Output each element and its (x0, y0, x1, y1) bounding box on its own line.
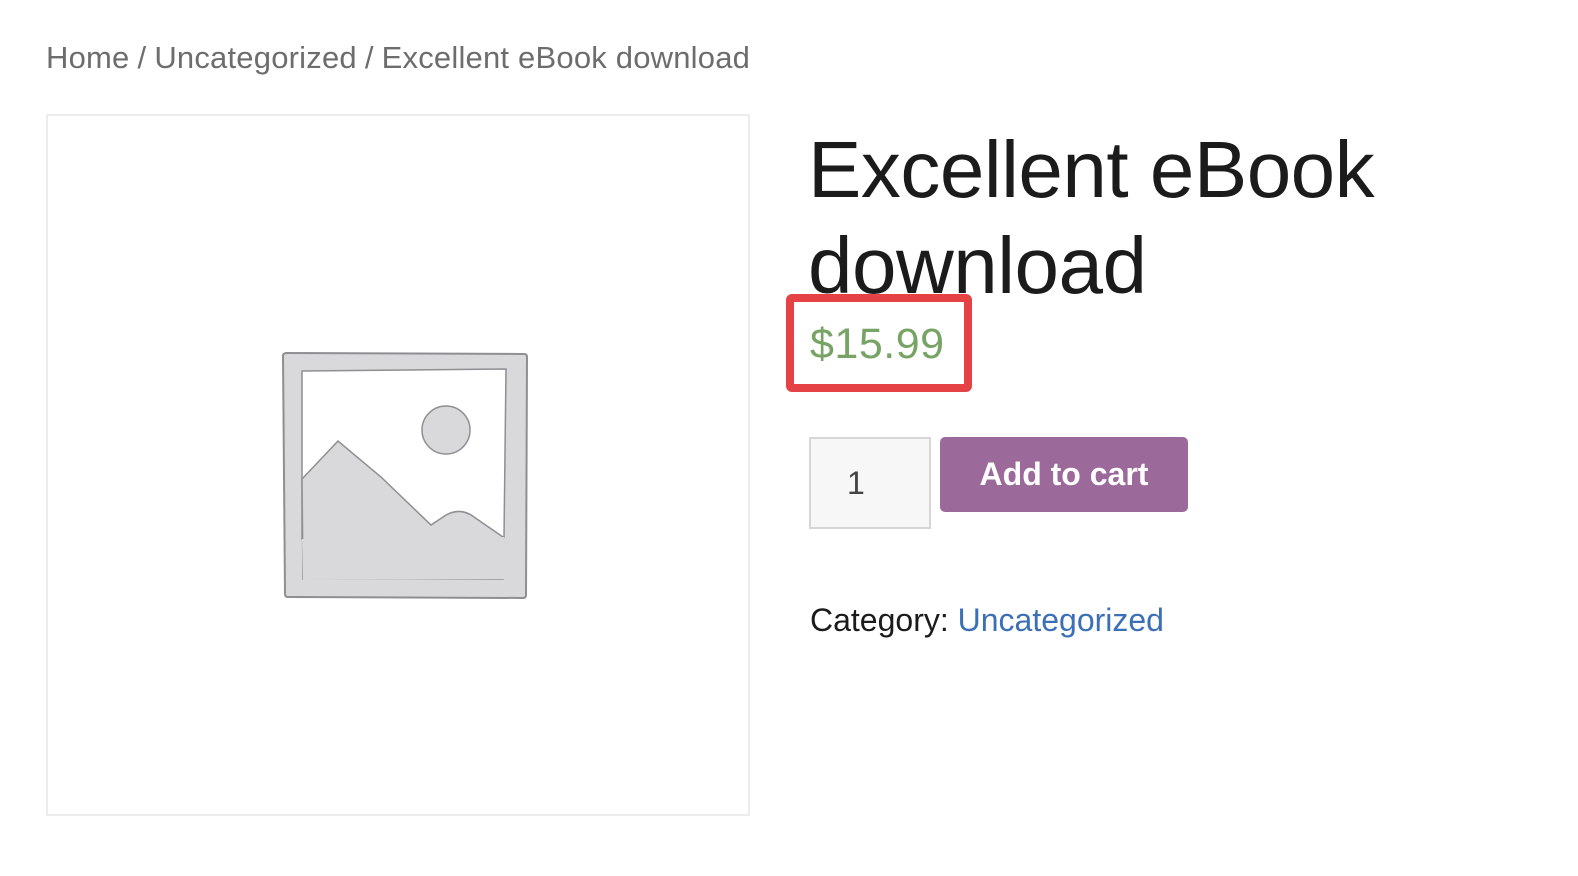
breadcrumb-separator: / (137, 40, 147, 75)
breadcrumb-category-link[interactable]: Uncategorized (154, 40, 357, 75)
product-title: Excellent eBook download (808, 122, 1508, 314)
category-link[interactable]: Uncategorized (958, 602, 1164, 638)
breadcrumb-separator: / (364, 40, 374, 75)
product-page: Home / Uncategorized / Excellent eBook downl… (0, 0, 1578, 876)
product-image-frame[interactable] (46, 114, 750, 816)
category-label: Category: (810, 602, 949, 638)
product-meta: Category: Uncategorized (810, 602, 1164, 639)
price-highlight-box (786, 294, 972, 392)
breadcrumb-home-link[interactable]: Home (46, 40, 130, 75)
breadcrumb-current: Excellent eBook download (381, 40, 751, 75)
add-to-cart-button[interactable]: Add to cart (940, 437, 1188, 512)
image-placeholder-icon (281, 351, 529, 599)
quantity-input[interactable] (809, 437, 931, 529)
product-title-line-1: Excellent eBook (808, 125, 1375, 214)
breadcrumb: Home / Uncategorized / Excellent eBook downl… (46, 40, 750, 76)
